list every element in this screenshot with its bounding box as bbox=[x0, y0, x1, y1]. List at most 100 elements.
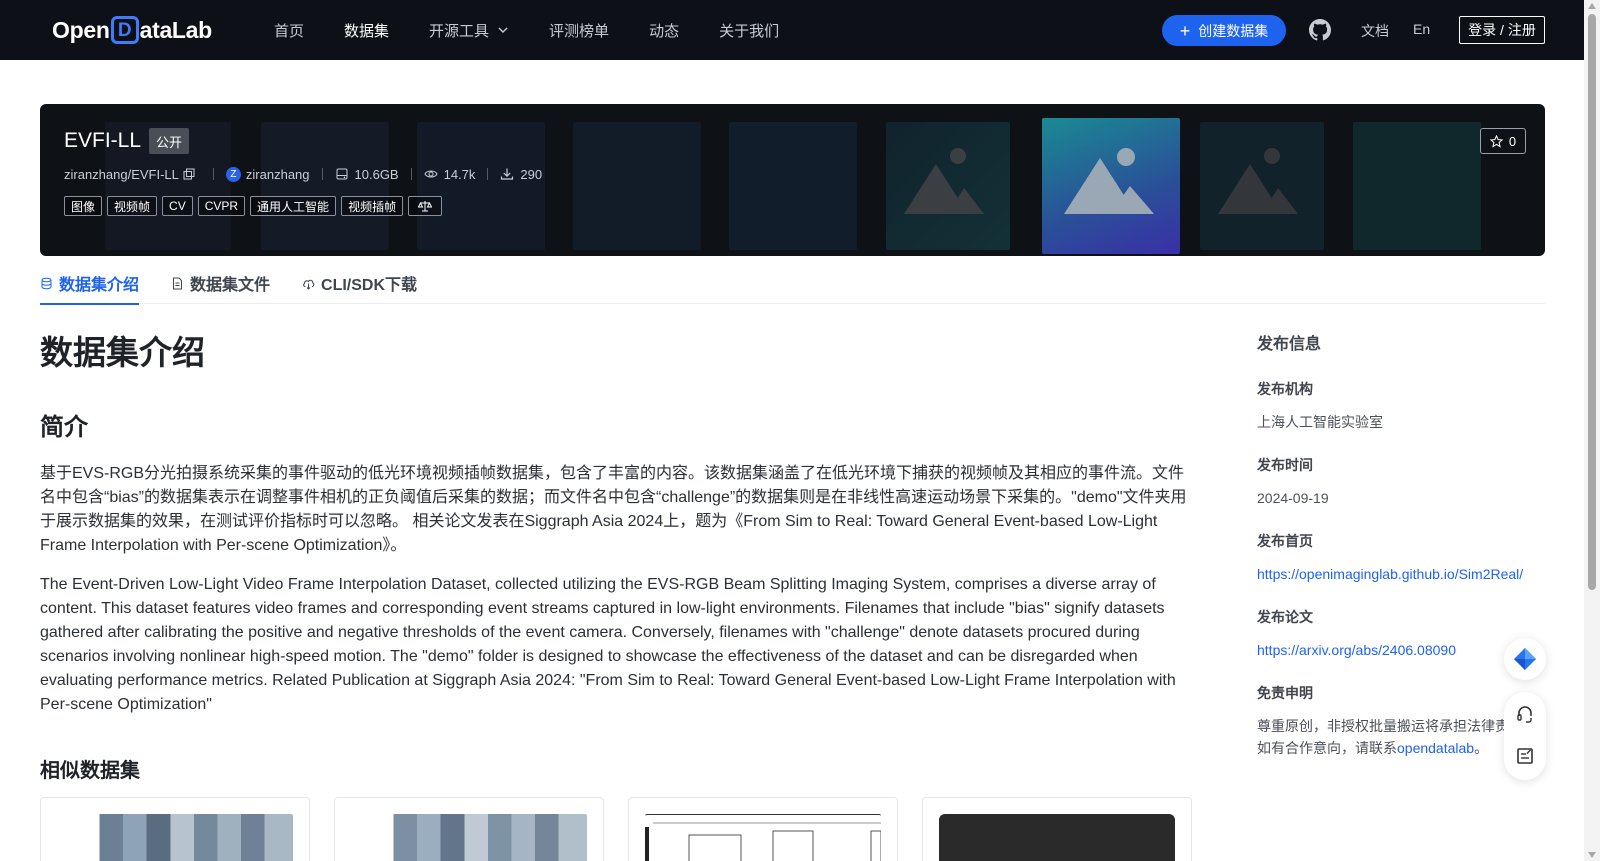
disclaimer-suffix: 。 bbox=[1474, 740, 1489, 756]
nav-home[interactable]: 首页 bbox=[274, 20, 304, 41]
publisher-value: 上海人工智能实验室 bbox=[1257, 414, 1383, 430]
tab-cli-sdk-label: CLI/SDK下载 bbox=[321, 277, 418, 294]
assistant-logo-icon bbox=[1514, 648, 1536, 670]
star-icon bbox=[1489, 134, 1503, 148]
section-heading: 数据集介绍 bbox=[40, 334, 205, 371]
tag-chip[interactable]: 图像 bbox=[64, 196, 103, 216]
file-icon bbox=[173, 277, 183, 289]
scroll-up-arrow-icon[interactable] bbox=[1588, 3, 1596, 9]
tag-chip[interactable]: 通用人工智能 bbox=[250, 196, 337, 216]
feedback-edit-icon[interactable] bbox=[1515, 746, 1535, 766]
download-icon bbox=[501, 168, 514, 180]
headset-support-icon[interactable] bbox=[1515, 704, 1535, 724]
database-icon bbox=[41, 277, 52, 289]
publisher-label: 发布机构 bbox=[1257, 381, 1313, 397]
download-count-value: 290 bbox=[520, 166, 543, 182]
similar-datasets-list bbox=[40, 797, 1216, 861]
tag-chip[interactable]: 视频帧 bbox=[107, 196, 158, 216]
visibility-badge: 公开 bbox=[149, 128, 190, 154]
page-scrollbar[interactable] bbox=[1584, 0, 1600, 861]
avatar: Z bbox=[225, 166, 241, 182]
thumbnail-caption bbox=[57, 814, 293, 824]
preview-thumbnail bbox=[573, 122, 701, 250]
publish-time-label: 发布时间 bbox=[1257, 457, 1313, 473]
dataset-size: 10.6GB bbox=[335, 167, 399, 182]
meta-divider bbox=[410, 168, 412, 180]
diagram-thumbnail bbox=[645, 822, 881, 861]
preview-thumbnail bbox=[1200, 122, 1324, 250]
disclaimer-line-2: 如有合作意向，请联系opendatalab。 bbox=[1257, 737, 1517, 759]
tab-cli-sdk[interactable]: CLI/SDK下载 bbox=[302, 262, 417, 304]
logo-text-suffix: ataLab bbox=[139, 16, 213, 43]
similar-datasets-heading: 相似数据集 bbox=[40, 760, 140, 782]
publish-info-title: 发布信息 bbox=[1257, 336, 1322, 353]
disclaimer-line-1: 尊重原创，非授权批量搬运将承担法律责 bbox=[1257, 718, 1509, 734]
nav-about[interactable]: 关于我们 bbox=[719, 20, 779, 41]
scroll-down-arrow-icon[interactable] bbox=[1588, 852, 1596, 858]
similar-dataset-card[interactable] bbox=[628, 797, 898, 861]
homepage-link[interactable]: https://openimaginglab.github.io/Sim2Rea… bbox=[1257, 563, 1537, 585]
logo-d-mark: D bbox=[110, 16, 139, 44]
login-register-button[interactable]: 登录 / 注册 bbox=[1459, 16, 1545, 44]
view-count: 14.7k bbox=[424, 167, 475, 182]
publish-info-panel: 发布信息 发布机构 上海人工智能实验室 发布时间 2024-09-19 发布首页… bbox=[1257, 330, 1537, 759]
dataset-card-thumbnail bbox=[57, 814, 293, 861]
dataset-intro-content: 数据集介绍 简介 基于EVS-RGB分光拍摄系统采集的事件驱动的低光环境视频插帧… bbox=[40, 326, 1190, 717]
image-placeholder-icon bbox=[1218, 148, 1298, 214]
docs-link[interactable]: 文档 bbox=[1361, 21, 1389, 41]
language-switch[interactable]: En bbox=[1413, 21, 1430, 37]
meta-divider bbox=[487, 168, 489, 180]
tab-dataset-intro[interactable]: 数据集介绍 bbox=[40, 262, 140, 305]
disclaimer-contact-text: 如有合作意向，请联系 bbox=[1257, 740, 1397, 756]
opendatalab-contact-link[interactable]: opendatalab bbox=[1397, 740, 1474, 756]
cloud-download-icon bbox=[303, 279, 315, 290]
star-count: 0 bbox=[1508, 133, 1517, 149]
repo-path: ziranzhang/EVFI-LL bbox=[64, 167, 201, 182]
star-button[interactable]: 0 bbox=[1480, 128, 1526, 154]
repo-path-text: ziranzhang/EVFI-LL bbox=[64, 166, 179, 182]
intro-subheading: 简介 bbox=[40, 414, 88, 441]
nav-news[interactable]: 动态 bbox=[649, 20, 679, 41]
dataset-title: EVFI-LL bbox=[64, 129, 142, 152]
similar-dataset-card[interactable] bbox=[334, 797, 604, 861]
storage-icon bbox=[336, 168, 348, 180]
description-en: The Event-Driven Low-Light Video Frame I… bbox=[40, 576, 1176, 713]
opendatalab-logo[interactable]: Open DataLab bbox=[52, 14, 212, 46]
preview-thumbnail bbox=[729, 122, 857, 250]
tag-chip[interactable]: CV bbox=[162, 196, 193, 216]
github-icon[interactable] bbox=[1308, 18, 1332, 42]
tab-dataset-files[interactable]: 数据集文件 bbox=[171, 262, 270, 304]
preview-thumbnail bbox=[1353, 122, 1481, 250]
similar-dataset-card[interactable] bbox=[40, 797, 310, 861]
assistant-button[interactable] bbox=[1504, 638, 1546, 680]
copy-icon[interactable] bbox=[183, 168, 195, 180]
meta-divider bbox=[212, 168, 214, 180]
publish-time-value: 2024-09-19 bbox=[1257, 490, 1329, 506]
chevron-down-icon bbox=[498, 27, 508, 33]
owner-link[interactable]: Z ziranzhang bbox=[225, 166, 310, 182]
image-placeholder-icon bbox=[1064, 148, 1154, 214]
nav-datasets[interactable]: 数据集 bbox=[344, 20, 389, 41]
dataset-card-thumbnail bbox=[351, 814, 587, 861]
main-menu: 首页 数据集 开源工具 评测榜单 动态 关于我们 bbox=[274, 0, 819, 60]
preview-thumbnail-active bbox=[1042, 118, 1180, 254]
similar-dataset-card[interactable] bbox=[922, 797, 1192, 861]
nav-leaderboard[interactable]: 评测榜单 bbox=[549, 20, 609, 41]
license-tag[interactable] bbox=[408, 196, 443, 216]
tag-chip[interactable]: CVPR bbox=[197, 196, 246, 216]
tag-chip[interactable]: 视频插帧 bbox=[341, 196, 404, 216]
create-dataset-button[interactable]: + 创建数据集 bbox=[1162, 15, 1286, 46]
dataset-meta: ziranzhang/EVFI-LL Z ziranzhang 10.6GB 1… bbox=[64, 164, 542, 184]
eye-icon bbox=[424, 170, 438, 178]
dataset-card-thumbnail bbox=[939, 814, 1175, 861]
dataset-tabs: 数据集介绍 数据集文件 CLI/SDK下载 bbox=[40, 262, 1545, 305]
disclaimer-text: 尊重原创，非授权批量搬运将承担法律责 如有合作意向，请联系opendatalab… bbox=[1257, 715, 1517, 759]
paper-link[interactable]: https://arxiv.org/abs/2406.08090 bbox=[1257, 639, 1537, 661]
logo-text-prefix: Open bbox=[52, 16, 110, 43]
homepage-label: 发布首页 bbox=[1257, 533, 1313, 549]
nav-open-tools[interactable]: 开源工具 bbox=[429, 20, 509, 41]
preview-thumbnail bbox=[886, 122, 1010, 250]
download-count: 290 bbox=[500, 167, 542, 182]
scrollbar-thumb[interactable] bbox=[1588, 14, 1596, 590]
scale-balance-icon bbox=[418, 201, 433, 212]
